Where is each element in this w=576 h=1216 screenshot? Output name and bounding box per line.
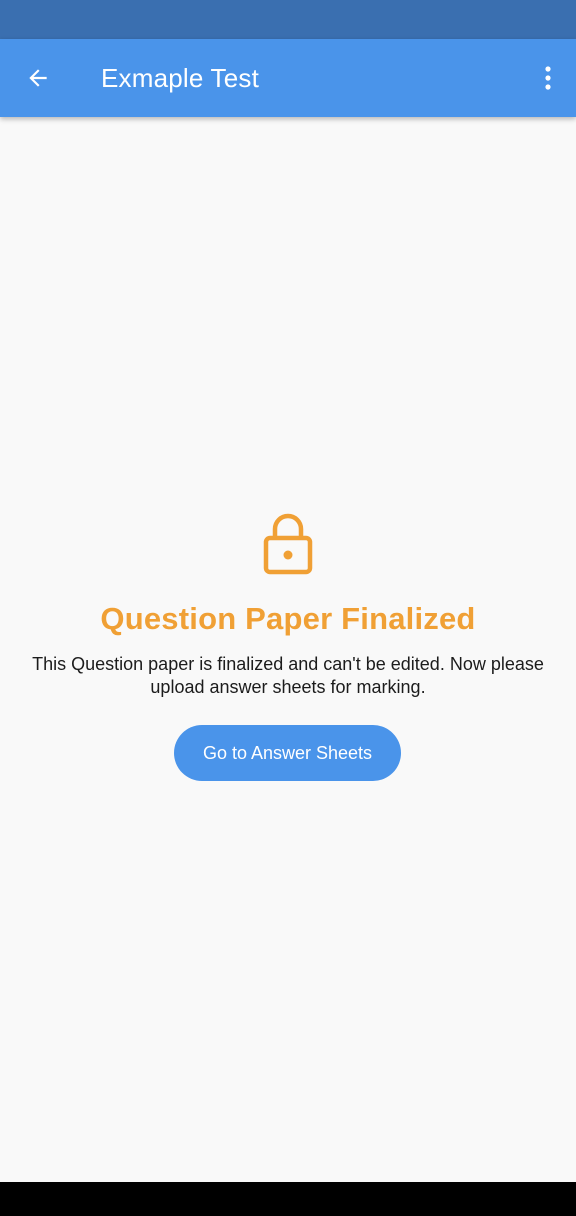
page-title: Exmaple Test [101,63,259,93]
back-button[interactable] [18,58,58,98]
go-to-answer-sheets-button[interactable]: Go to Answer Sheets [174,725,401,781]
more-vertical-icon [545,66,551,90]
status-bar [0,0,576,39]
arrow-left-icon [29,69,47,87]
lock-icon [263,513,313,575]
finalized-headline: Question Paper Finalized [100,601,476,636]
more-options-button[interactable] [534,58,562,98]
app-bar: Exmaple Test [0,39,576,117]
main-content: Question Paper Finalized This Question p… [0,117,576,1182]
system-navigation-bar [0,1182,576,1216]
finalized-description: This Question paper is finalized and can… [32,654,544,697]
